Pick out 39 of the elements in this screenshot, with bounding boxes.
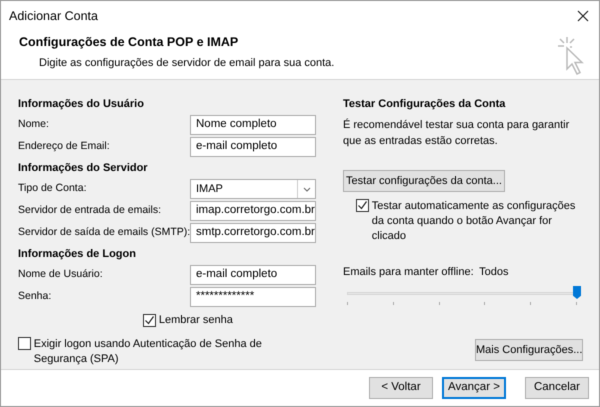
checkbox-label[interactable]: Testar automaticamente as configurações da conta quando o botão Avançar for clicado bbox=[372, 198, 583, 244]
section-heading: Informações do Usuário bbox=[18, 96, 145, 112]
more-settings-button[interactable]: Mais Configurações... bbox=[475, 339, 583, 361]
field-label: Tipo de Conta: bbox=[18, 181, 88, 196]
caret-icon bbox=[302, 186, 310, 192]
slider-thumb[interactable] bbox=[573, 286, 581, 299]
input-field[interactable]: e-mail completo bbox=[190, 137, 316, 157]
checkbox[interactable] bbox=[143, 314, 156, 327]
page-subtitle: Digite as configurações de servidor de email para sua conta. bbox=[38, 56, 336, 71]
offline-label: Emails para manter offline: bbox=[343, 264, 474, 280]
field-label: Endereço de Email: bbox=[18, 139, 111, 154]
checkbox[interactable] bbox=[356, 198, 369, 212]
dialog-button[interactable]: Cancelar bbox=[525, 377, 589, 399]
description-text: É recomendável testar sua conta para garantir que as entradas estão corretas. bbox=[343, 118, 570, 149]
cursor-click-icon bbox=[555, 35, 585, 77]
field-label: Servidor de saída de emails (SMTP): bbox=[18, 225, 190, 240]
dialog-button[interactable]: Avançar > bbox=[442, 377, 506, 399]
input-field[interactable]: imap.corretorgo.com.br bbox=[190, 201, 316, 221]
field-label: Servidor de entrada de emails: bbox=[18, 203, 162, 218]
page-title: Configurações de Conta POP e IMAP bbox=[19, 34, 240, 51]
account-type-dropdown[interactable]: IMAP bbox=[190, 179, 316, 199]
section-heading: Informações do Servidor bbox=[18, 160, 149, 176]
input-field[interactable]: e-mail completo bbox=[190, 265, 316, 285]
field-label: Nome de Usuário: bbox=[18, 267, 104, 282]
section-heading: Informações de Logon bbox=[18, 246, 137, 262]
field-label: Nome: bbox=[18, 117, 50, 132]
offline-value: Todos bbox=[479, 264, 508, 280]
field-label: Senha: bbox=[18, 289, 52, 304]
checkbox[interactable] bbox=[18, 336, 31, 350]
test-account-button[interactable]: Testar configurações da conta... bbox=[343, 170, 505, 192]
input-field[interactable]: ************* bbox=[190, 287, 316, 307]
checkbox-label[interactable]: Exigir logon usando Autenticação de Senha de Segurança (SPA) bbox=[34, 336, 318, 366]
input-field[interactable]: Nome completo bbox=[190, 115, 316, 135]
dialog-button[interactable]: < Voltar bbox=[369, 377, 433, 399]
checkbox-label[interactable]: Lembrar senha bbox=[158, 312, 233, 328]
section-heading: Testar Configurações da Conta bbox=[343, 96, 506, 112]
window-title: Adicionar Conta bbox=[9, 8, 98, 25]
close-icon[interactable] bbox=[577, 10, 589, 22]
input-field[interactable]: smtp.corretorgo.com.br bbox=[190, 223, 316, 243]
